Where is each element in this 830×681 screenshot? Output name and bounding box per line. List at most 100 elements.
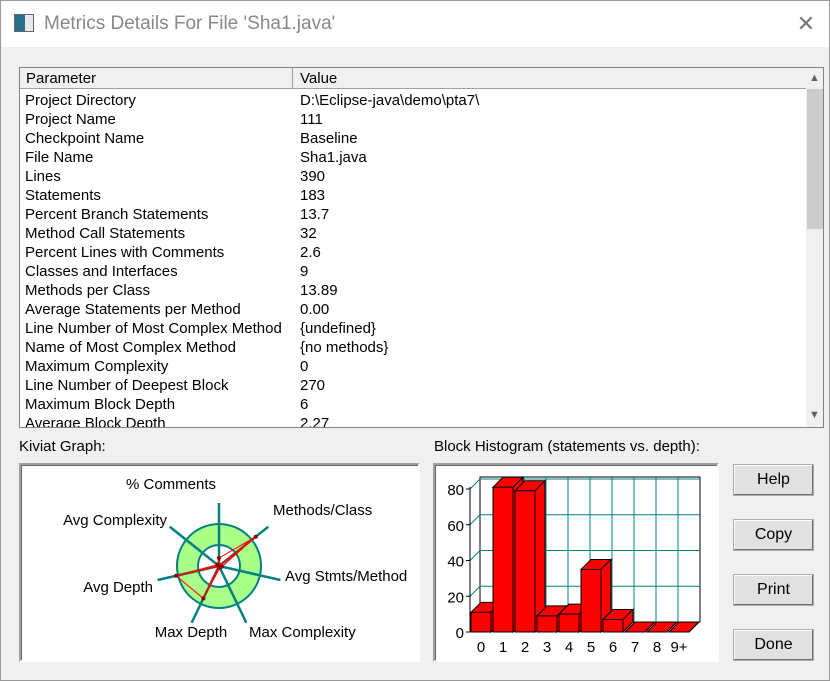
table-row[interactable]: File Name Sha1.java — [20, 149, 806, 168]
bar — [536, 615, 558, 633]
value-cell: Baseline — [300, 130, 358, 147]
grid-line — [469, 514, 481, 526]
parameter-cell: Method Call Statements — [25, 225, 186, 242]
table-row[interactable]: Percent Branch Statements 13.7 — [20, 206, 806, 225]
value-cell: 111 — [300, 111, 323, 128]
kiviat-graph: % Comments Methods/Class Avg Stmts/Method M… — [19, 463, 420, 662]
parameter-cell: Project Directory — [25, 92, 136, 109]
kiviat-point — [201, 596, 206, 601]
parameter-cell: Name of Most Complex Method — [25, 339, 236, 356]
close-icon[interactable]: ✕ — [791, 9, 821, 39]
table-row[interactable]: Line Number of Deepest Block 270 — [20, 377, 806, 396]
table-row[interactable]: Classes and Interfaces 9 — [20, 263, 806, 282]
value-cell: D:\Eclipse-java\demo\pta7\ — [300, 92, 480, 109]
column-header-parameter[interactable]: Parameter — [26, 70, 96, 87]
y-tick-label: 0 — [456, 625, 464, 642]
parameter-cell: Methods per Class — [25, 282, 151, 299]
table-row[interactable]: Name of Most Complex Method {no methods} — [20, 339, 806, 358]
x-tick-label: 1 — [499, 639, 507, 656]
scroll-down-icon[interactable]: ▼ — [806, 406, 823, 425]
value-cell: {no methods} — [300, 339, 389, 356]
parameter-cell: Line Number of Deepest Block — [25, 377, 229, 394]
x-tick-label: 0 — [477, 639, 485, 656]
table-row[interactable]: Line Number of Most Complex Method {undef… — [20, 320, 806, 339]
kiviat-axis-label: Methods/Class — [273, 502, 372, 519]
parameter-cell: Percent Branch Statements — [25, 206, 209, 223]
parameter-cell: Lines — [25, 168, 61, 185]
table-row[interactable]: Maximum Complexity 0 — [20, 358, 806, 377]
parameter-cell: File Name — [25, 149, 94, 166]
x-tick-label: 7 — [631, 639, 639, 656]
kiviat-label: Kiviat Graph: — [19, 438, 106, 455]
title-bar: Metrics Details For File 'Sha1.java' ✕ — [1, 1, 829, 47]
table-row[interactable]: Maximum Block Depth 6 — [20, 396, 806, 415]
value-cell: 2.6 — [300, 244, 321, 261]
value-cell: 13.89 — [300, 282, 338, 299]
vertical-scrollbar[interactable]: ▲ ▼ — [806, 68, 823, 427]
x-tick-label: 2 — [521, 639, 529, 656]
window-title: Metrics Details For File 'Sha1.java' — [44, 13, 336, 34]
copy-button[interactable]: Copy — [733, 519, 814, 551]
value-cell: 270 — [300, 377, 326, 394]
help-button[interactable]: Help — [733, 464, 814, 496]
bar — [602, 618, 624, 633]
bar — [580, 568, 602, 633]
bar — [470, 611, 492, 633]
parameter-cell: Maximum Block Depth — [25, 396, 176, 413]
kiviat-axis-label: Max Depth — [155, 624, 228, 641]
value-cell: 183 — [300, 187, 326, 204]
parameter-cell: Percent Lines with Comments — [25, 244, 225, 261]
parameter-cell: Statements — [25, 187, 101, 204]
value-cell: 9 — [300, 263, 309, 280]
column-divider[interactable] — [292, 68, 293, 89]
metrics-table: Parameter Value Project Directory D:\Ecli… — [19, 67, 824, 428]
column-header-value[interactable]: Value — [300, 70, 337, 87]
scroll-up-icon[interactable]: ▲ — [806, 69, 823, 88]
histogram-label: Block Histogram (statements vs. depth): — [434, 438, 700, 455]
kiviat-point — [217, 556, 221, 560]
value-cell: Sha1.java — [300, 149, 367, 166]
y-tick-label: 80 — [447, 482, 464, 499]
parameter-cell: Line Number of Most Complex Method — [25, 320, 282, 337]
kiviat-point — [253, 534, 258, 539]
done-button[interactable]: Done — [733, 629, 814, 661]
parameter-cell: Average Block Depth — [25, 415, 166, 428]
table-header: Parameter Value — [20, 68, 806, 89]
y-tick-label: 60 — [447, 518, 464, 535]
x-tick-label: 6 — [609, 639, 617, 656]
parameter-cell: Average Statements per Method — [25, 301, 241, 318]
parameter-cell: Maximum Complexity — [25, 358, 169, 375]
table-row[interactable]: Average Statements per Method 0.00 — [20, 301, 806, 320]
kiviat-axis-label: Avg Depth — [83, 579, 153, 596]
bar — [514, 490, 536, 633]
table-row[interactable]: Method Call Statements 32 — [20, 225, 806, 244]
value-cell: 390 — [300, 168, 326, 185]
table-row[interactable]: Statements 183 — [20, 187, 806, 206]
kiviat-point — [174, 573, 179, 578]
table-row[interactable]: Percent Lines with Comments 2.6 — [20, 244, 806, 263]
kiviat-axis-label: Avg Stmts/Method — [285, 568, 407, 585]
print-button[interactable]: Print — [733, 574, 814, 606]
x-tick-label: 4 — [565, 639, 573, 656]
kiviat-axis-label: Avg Complexity — [63, 512, 167, 529]
value-cell: 0 — [300, 358, 309, 375]
block-histogram: 0 20 40 60 80 0 1 2 3 4 5 6 7 8 9+ — [433, 463, 719, 662]
grid-line — [469, 585, 481, 597]
table-row[interactable]: Checkpoint Name Baseline — [20, 130, 806, 149]
table-row[interactable]: Lines 390 — [20, 168, 806, 187]
value-cell: 13.7 — [300, 206, 330, 223]
x-tick-label: 8 — [653, 639, 661, 656]
kiviat-axis-label: Max Complexity — [249, 624, 356, 641]
value-cell: 2.27 — [300, 415, 330, 428]
grid-line — [469, 550, 481, 561]
table-row[interactable]: Project Directory D:\Eclipse-java\demo\pt… — [20, 92, 806, 111]
table-row[interactable]: Average Block Depth 2.27 — [20, 415, 806, 428]
kiviat-axis-label: % Comments — [126, 476, 216, 493]
table-row[interactable]: Methods per Class 13.89 — [20, 282, 806, 301]
x-tick-label: 9+ — [670, 639, 687, 656]
y-tick-label: 20 — [447, 589, 464, 606]
value-cell: 6 — [300, 396, 309, 413]
table-row[interactable]: Project Name 111 — [20, 111, 806, 130]
scrollbar-thumb[interactable] — [807, 89, 823, 229]
kiviat-point — [215, 562, 220, 567]
